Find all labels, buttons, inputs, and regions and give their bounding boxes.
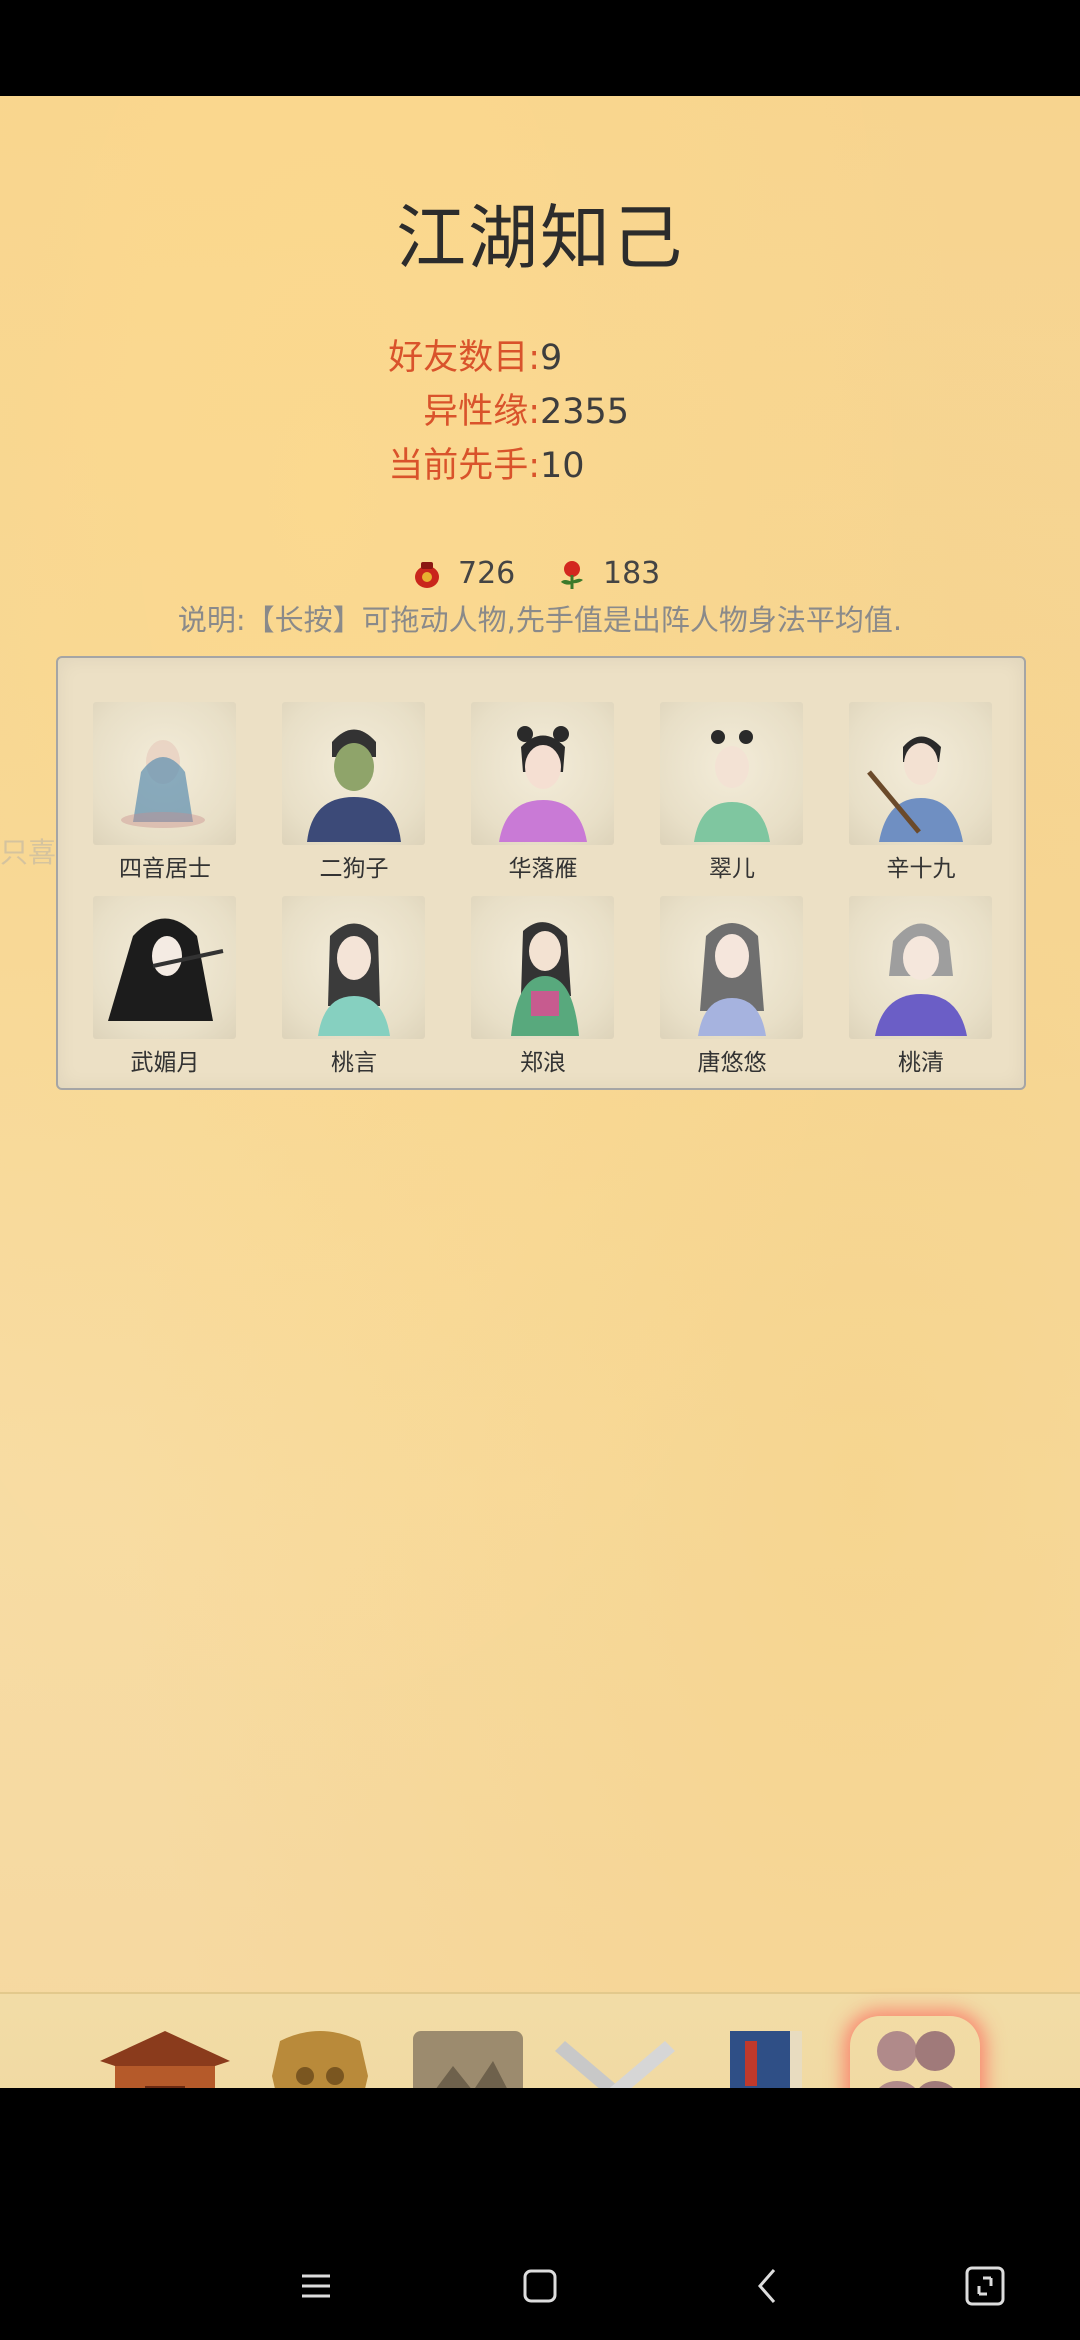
resource-pouch-value: 726 bbox=[458, 556, 516, 591]
system-navigation-bar bbox=[0, 2088, 1080, 2340]
character-name: 唐悠悠 bbox=[697, 1050, 767, 1076]
stat-label: 好友数目: bbox=[388, 338, 540, 378]
drag-hint-text: 说明:【长按】可拖动人物,先手值是出阵人物身法平均值. bbox=[177, 603, 903, 637]
flute-player-icon bbox=[108, 918, 224, 1021]
stat-label: 异性缘: bbox=[423, 392, 540, 432]
character-name: 四音居士 bbox=[119, 856, 211, 882]
girl-green-robe-icon bbox=[694, 730, 770, 842]
character-card[interactable]: 郑浪 bbox=[468, 896, 618, 1096]
red-pouch-icon bbox=[415, 562, 439, 588]
character-card[interactable]: 四音居士 bbox=[90, 702, 240, 902]
character-portrait bbox=[849, 702, 992, 845]
stat-value: 2355 bbox=[540, 392, 630, 432]
character-portrait bbox=[282, 896, 425, 1039]
character-name: 华落雁 bbox=[508, 856, 578, 882]
character-card[interactable]: 桃清 bbox=[846, 896, 996, 1096]
stat-value: 10 bbox=[540, 446, 585, 486]
character-name: 辛十九 bbox=[886, 856, 956, 882]
character-card[interactable]: 武媚月 bbox=[90, 896, 240, 1096]
stat-value: 9 bbox=[540, 338, 563, 378]
rose-icon bbox=[561, 561, 583, 589]
character-portrait bbox=[282, 702, 425, 845]
stat-friend-count: 好友数目: 9 bbox=[0, 331, 1080, 385]
page-title: 江湖知己 bbox=[396, 197, 684, 279]
character-name: 桃清 bbox=[898, 1050, 944, 1076]
lady-green-dress-icon bbox=[511, 922, 579, 1036]
robed-hermit-icon bbox=[121, 740, 205, 828]
character-portrait bbox=[93, 702, 236, 845]
character-portrait bbox=[660, 702, 803, 845]
app-screen: 江湖知己 好友数目: 9 异性缘: 2355 当前先手: 10 726 183 … bbox=[0, 96, 1080, 2186]
character-card[interactable]: 辛十九 bbox=[846, 702, 996, 902]
character-name: 武媚月 bbox=[130, 1050, 200, 1076]
character-portrait bbox=[93, 896, 236, 1039]
menu-icon[interactable] bbox=[286, 2256, 346, 2316]
character-card[interactable]: 桃言 bbox=[279, 896, 429, 1096]
stat-charm: 异性缘: 2355 bbox=[0, 385, 1080, 439]
status-bar bbox=[0, 0, 1080, 96]
character-card[interactable]: 二狗子 bbox=[279, 702, 429, 902]
character-name: 郑浪 bbox=[520, 1050, 566, 1076]
character-card[interactable]: 翠儿 bbox=[657, 702, 807, 902]
character-portrait bbox=[660, 896, 803, 1039]
resource-rose: 183 bbox=[555, 548, 660, 600]
character-portrait bbox=[849, 896, 992, 1039]
lady-teal-robe-icon bbox=[318, 923, 390, 1036]
stat-label: 当前先手: bbox=[388, 446, 540, 486]
peasant-man-icon bbox=[307, 729, 401, 842]
character-card[interactable]: 唐悠悠 bbox=[657, 896, 807, 1096]
resource-bar: 726 183 bbox=[0, 548, 1080, 600]
character-portrait bbox=[471, 896, 614, 1039]
character-portrait bbox=[471, 702, 614, 845]
back-icon[interactable] bbox=[738, 2256, 798, 2316]
resource-pouch: 726 bbox=[410, 548, 515, 600]
home-icon[interactable] bbox=[510, 2256, 570, 2316]
character-name: 翠儿 bbox=[709, 856, 755, 882]
swordsman-blue-robe-icon bbox=[867, 736, 963, 842]
partner-grid-panel: 四音居士 二狗子 华落雁 翠儿 辛十九 武媚月 桃言 郑浪 唐悠悠 桃清 bbox=[56, 656, 1026, 1090]
resource-rose-value: 183 bbox=[603, 556, 661, 591]
screenshot-icon[interactable] bbox=[955, 2256, 1015, 2316]
character-card[interactable]: 华落雁 bbox=[468, 702, 618, 902]
lady-lavender-dress-icon bbox=[698, 923, 766, 1036]
youth-purple-robe-icon bbox=[875, 923, 967, 1036]
character-name: 二狗子 bbox=[319, 856, 389, 882]
character-name: 桃言 bbox=[331, 1050, 377, 1076]
stat-initiative: 当前先手: 10 bbox=[0, 439, 1080, 493]
lady-purple-robe-icon bbox=[499, 726, 587, 842]
